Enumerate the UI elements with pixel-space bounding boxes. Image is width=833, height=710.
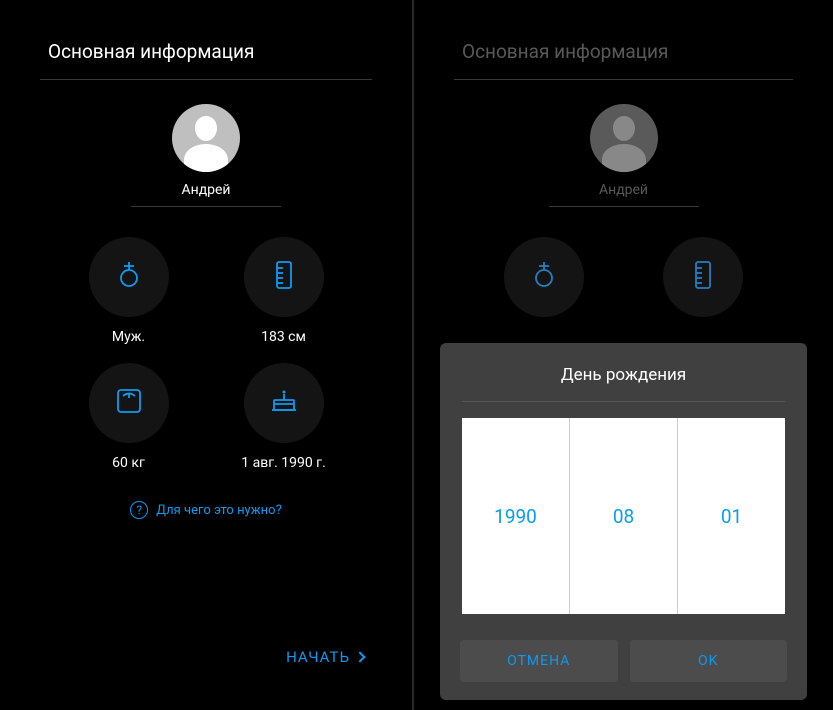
avatar <box>590 104 658 172</box>
avatar-block: Андрей <box>0 80 412 207</box>
header: Основная информация <box>414 0 833 79</box>
start-button[interactable]: НАЧАТЬ <box>286 648 364 666</box>
help-link[interactable]: ? Для чего это нужно? <box>0 501 412 519</box>
stats-grid <box>414 207 833 317</box>
stat-gender[interactable]: Муж. <box>89 237 169 345</box>
stat-gender <box>504 237 584 317</box>
username-underline <box>549 206 699 207</box>
picker-year-value: 1990 <box>494 505 537 528</box>
picker-day-value: 01 <box>721 505 742 528</box>
stat-height-label: 183 см <box>261 329 306 345</box>
chevron-right-icon <box>354 651 365 662</box>
stat-height <box>663 237 743 317</box>
picker-month[interactable]: 08 <box>569 418 677 614</box>
dialog-actions: ОТМЕНА OK <box>440 630 807 700</box>
panel-profile: Основная информация Андрей Муж. 183 см 6… <box>0 0 414 710</box>
birthday-dialog: День рождения 1990 08 01 ОТМЕНА OK <box>440 343 807 700</box>
ok-button[interactable]: OK <box>630 640 788 682</box>
date-picker: 1990 08 01 <box>462 418 785 614</box>
stat-birthday[interactable]: 1 авг. 1990 г. <box>241 363 326 471</box>
ruler-icon <box>267 258 301 296</box>
stats-grid: Муж. 183 см 60 кг 1 авг. 1990 г. <box>0 207 412 471</box>
stat-weight-label: 60 кг <box>112 455 145 471</box>
male-icon <box>527 258 561 296</box>
scale-icon <box>112 384 146 422</box>
username: Андрей <box>181 182 230 206</box>
stat-gender-label: Муж. <box>112 329 145 345</box>
picker-year[interactable]: 1990 <box>462 418 569 614</box>
help-icon: ? <box>130 501 148 519</box>
start-label: НАЧАТЬ <box>286 648 350 666</box>
cancel-button[interactable]: ОТМЕНА <box>460 640 618 682</box>
picker-day[interactable]: 01 <box>677 418 785 614</box>
avatar-block: Андрей <box>414 80 833 207</box>
stat-weight[interactable]: 60 кг <box>89 363 169 471</box>
dialog-divider <box>462 401 785 402</box>
header: Основная информация <box>0 0 412 79</box>
page-title: Основная информация <box>462 40 785 63</box>
username-underline <box>131 206 281 207</box>
male-icon <box>112 258 146 296</box>
cake-icon <box>267 384 301 422</box>
panel-profile-dimmed: Основная информация Андрей День рождения… <box>414 0 833 710</box>
ruler-icon <box>686 258 720 296</box>
help-text: Для чего это нужно? <box>156 503 281 518</box>
page-title: Основная информация <box>48 40 364 63</box>
dialog-title: День рождения <box>440 343 807 401</box>
username: Андрей <box>599 182 648 206</box>
picker-month-value: 08 <box>613 505 634 528</box>
stat-height[interactable]: 183 см <box>244 237 324 345</box>
avatar[interactable] <box>172 104 240 172</box>
stat-birthday-label: 1 авг. 1990 г. <box>241 455 326 471</box>
